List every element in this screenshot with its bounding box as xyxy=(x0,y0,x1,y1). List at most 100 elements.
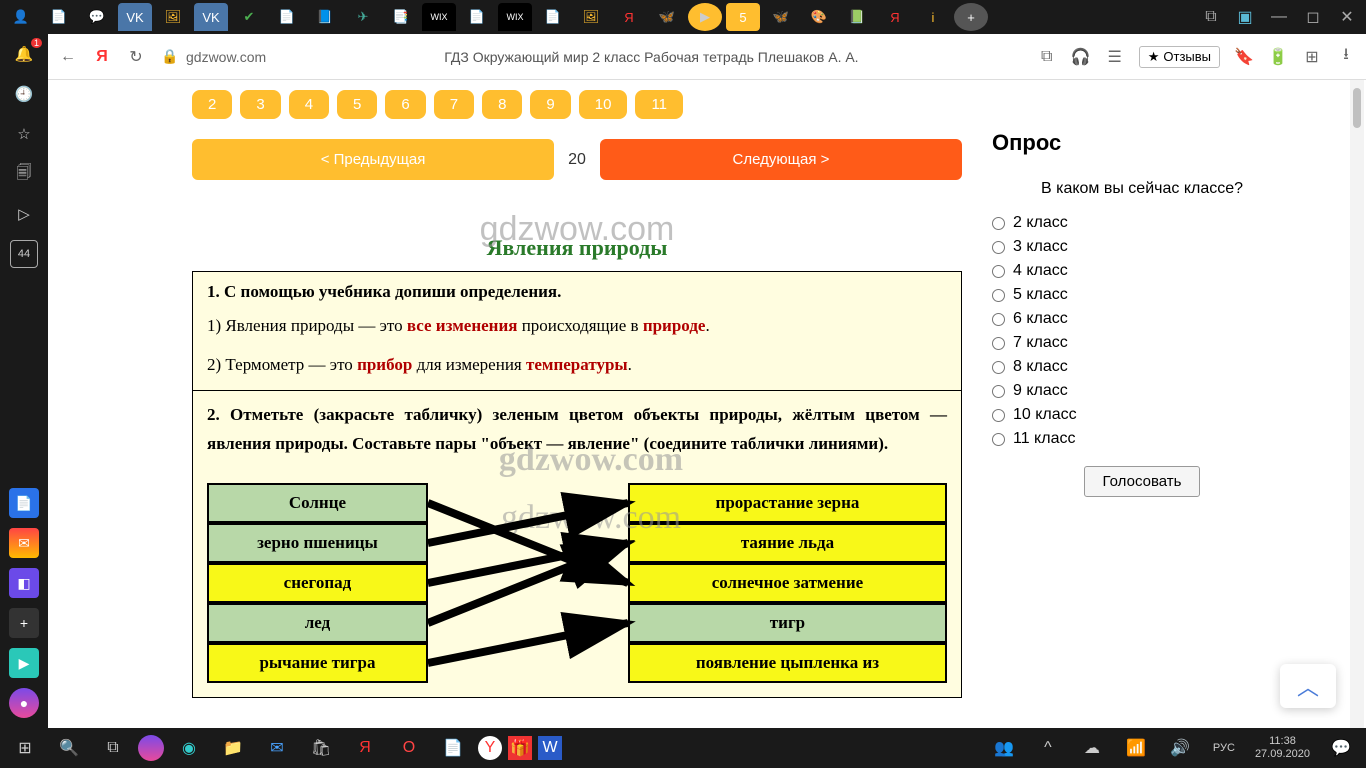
tab-item[interactable]: 🎨 xyxy=(802,3,836,31)
app-mail-icon[interactable]: ✉ xyxy=(258,732,296,764)
task-view-icon[interactable]: ⧉ xyxy=(94,732,132,764)
next-page-button[interactable]: Следующая > xyxy=(600,139,962,180)
poll-option[interactable]: 5 класс xyxy=(992,286,1292,304)
poll-option[interactable]: 8 класс xyxy=(992,358,1292,376)
app-browser-icon[interactable]: Y xyxy=(478,736,502,760)
tray-clock[interactable]: 11:3827.09.2020 xyxy=(1249,735,1316,761)
page-button[interactable]: 8 xyxy=(482,90,522,119)
reviews-button[interactable]: ★Отзывы xyxy=(1139,46,1220,68)
page-button[interactable]: 6 xyxy=(385,90,425,119)
app-yandex-icon[interactable] xyxy=(138,735,164,761)
prev-page-button[interactable]: < Предыдущая xyxy=(192,139,554,180)
tab-item[interactable]: Я xyxy=(878,3,912,31)
tab-item[interactable]: ▶ xyxy=(688,3,722,31)
tab-item[interactable]: 📄 xyxy=(536,3,570,31)
poll-option[interactable]: 3 класс xyxy=(992,238,1292,256)
download-icon[interactable]: ⭳ xyxy=(1336,47,1356,67)
poll-radio[interactable] xyxy=(992,241,1005,254)
battery-icon[interactable]: 🔋 xyxy=(1268,47,1288,67)
collections-icon[interactable]: 🗐 xyxy=(10,160,38,188)
tab-item[interactable]: Я xyxy=(612,3,646,31)
poll-option[interactable]: 6 класс xyxy=(992,310,1292,328)
tab-item[interactable]: ✔ xyxy=(232,3,266,31)
app-purple-icon[interactable]: ◧ xyxy=(9,568,39,598)
profile-icon[interactable]: 👤 xyxy=(4,3,38,31)
reload-button[interactable]: ↻ xyxy=(126,47,146,67)
poll-option[interactable]: 11 класс xyxy=(992,430,1292,448)
poll-radio[interactable] xyxy=(992,313,1005,326)
page-button[interactable]: 5 xyxy=(337,90,377,119)
page-button[interactable]: 2 xyxy=(192,90,232,119)
poll-option[interactable]: 7 класс xyxy=(992,334,1292,352)
app-edge-icon[interactable]: ◉ xyxy=(170,732,208,764)
page-button[interactable]: 7 xyxy=(434,90,474,119)
copy-icon[interactable]: ⧉ xyxy=(1037,47,1057,67)
media-icon[interactable]: ▷ xyxy=(10,200,38,228)
app-store-icon[interactable]: 🛍 xyxy=(302,732,340,764)
tab-item-active[interactable]: 5 xyxy=(726,3,760,31)
tab-item[interactable]: ✈ xyxy=(346,3,380,31)
search-icon[interactable]: 🔍 xyxy=(50,732,88,764)
app-opera-icon[interactable]: O xyxy=(390,732,428,764)
extension-icon[interactable]: ⊞ xyxy=(1302,47,1322,67)
yandex-logo-icon[interactable]: Я xyxy=(92,47,112,67)
tray-notifications-icon[interactable]: 💬 xyxy=(1322,732,1360,764)
app-explorer-icon[interactable]: 📁 xyxy=(214,732,252,764)
maximize-window[interactable]: ◻ xyxy=(1298,3,1328,31)
favorites-icon[interactable]: ☆ xyxy=(10,120,38,148)
scrollbar[interactable] xyxy=(1350,80,1364,728)
bookmark-icon[interactable]: 🔖 xyxy=(1234,47,1254,67)
extensions-icon[interactable]: ▣ xyxy=(1230,3,1260,31)
start-button[interactable]: ⊞ xyxy=(6,732,44,764)
app-gift-icon[interactable]: 🎁 xyxy=(508,736,532,760)
poll-radio[interactable] xyxy=(992,265,1005,278)
tray-lang[interactable]: РУС xyxy=(1205,732,1243,764)
poll-option[interactable]: 4 класс xyxy=(992,262,1292,280)
page-button[interactable]: 11 xyxy=(635,90,683,119)
history-icon[interactable]: 🕘 xyxy=(10,80,38,108)
poll-radio[interactable] xyxy=(992,337,1005,350)
tab-item[interactable]: 🖼 xyxy=(574,3,608,31)
poll-radio[interactable] xyxy=(992,361,1005,374)
tray-sound-icon[interactable]: 🔊 xyxy=(1161,732,1199,764)
app-docs-icon[interactable]: 📄 xyxy=(9,488,39,518)
url-box[interactable]: 🔒 gdzwow.com xyxy=(160,47,266,67)
app-alice-icon[interactable]: ● xyxy=(9,688,39,718)
counter-box[interactable]: 44 xyxy=(10,240,38,268)
app-doc-icon[interactable]: 📄 xyxy=(434,732,472,764)
new-tab-button[interactable]: + xyxy=(954,3,988,31)
tab-item[interactable]: 📄 xyxy=(460,3,494,31)
app-mail-icon[interactable]: ✉ xyxy=(9,528,39,558)
tray-people-icon[interactable]: 👥 xyxy=(985,732,1023,764)
poll-option[interactable]: 10 класс xyxy=(992,406,1292,424)
poll-radio[interactable] xyxy=(992,217,1005,230)
tray-up-icon[interactable]: ^ xyxy=(1029,732,1067,764)
tab-item[interactable]: VK xyxy=(194,3,228,31)
tray-cloud-icon[interactable]: ☁ xyxy=(1073,732,1111,764)
app-teal-icon[interactable]: ▶ xyxy=(9,648,39,678)
tab-item[interactable]: WIX xyxy=(498,3,532,31)
page-button[interactable]: 9 xyxy=(530,90,570,119)
tab-item[interactable]: 🖼 xyxy=(156,3,190,31)
app-word-icon[interactable]: W xyxy=(538,736,562,760)
minimize-window[interactable]: — xyxy=(1264,3,1294,31)
tab-item[interactable]: VK xyxy=(118,3,152,31)
page-button[interactable]: 4 xyxy=(289,90,329,119)
history-icon[interactable]: ⧉ xyxy=(1196,3,1226,31)
headphones-icon[interactable]: 🎧 xyxy=(1071,47,1091,67)
tray-wifi-icon[interactable]: 📶 xyxy=(1117,732,1155,764)
tab-item[interactable]: 🦋 xyxy=(764,3,798,31)
tab-item[interactable]: 💬 xyxy=(80,3,114,31)
reader-icon[interactable]: ☰ xyxy=(1105,47,1125,67)
close-window[interactable]: ✕ xyxy=(1332,3,1362,31)
page-body[interactable]: 234567891011 < Предыдущая 20 Следующая >… xyxy=(48,80,1366,728)
poll-radio[interactable] xyxy=(992,409,1005,422)
tab-item[interactable]: 📑 xyxy=(384,3,418,31)
tab-item[interactable]: 📄 xyxy=(42,3,76,31)
poll-radio[interactable] xyxy=(992,433,1005,446)
tab-item[interactable]: 📄 xyxy=(270,3,304,31)
page-button[interactable]: 3 xyxy=(240,90,280,119)
app-yandex2-icon[interactable]: Я xyxy=(346,732,384,764)
poll-option[interactable]: 2 класс xyxy=(992,214,1292,232)
poll-vote-button[interactable]: Голосовать xyxy=(1084,466,1201,497)
